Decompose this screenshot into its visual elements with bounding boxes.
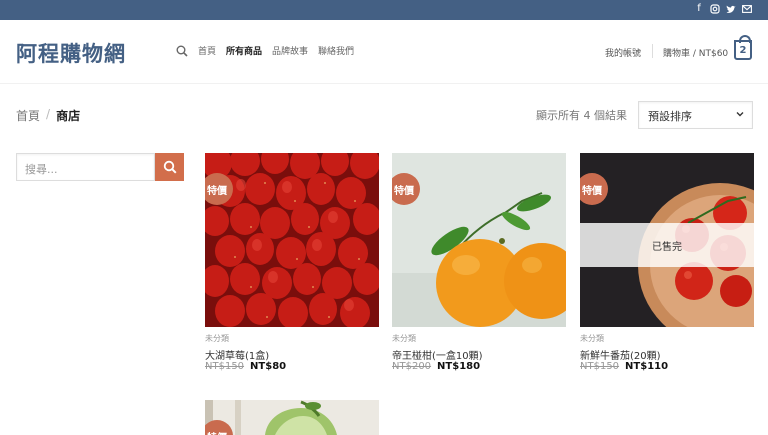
product-price: NT$200 NT$180 [392, 361, 480, 372]
product-card: 特價 未分類 帝王椪柑(一盒10顆) NT$200 NT$180 [392, 153, 566, 383]
header-divider [652, 44, 653, 58]
instagram-icon[interactable] [710, 3, 720, 15]
account-link[interactable]: 我的帳號 [605, 46, 641, 59]
product-category[interactable]: 未分類 [205, 333, 229, 344]
sort-select[interactable]: 預設排序 [638, 101, 753, 129]
breadcrumb-home[interactable]: 首頁 [16, 107, 40, 124]
sold-out-overlay: 已售完 [580, 223, 754, 267]
product-image-oranges[interactable]: 特價 [392, 153, 566, 327]
product-name[interactable]: 新鮮牛番茄(20顆) [580, 347, 661, 362]
nav-all-products[interactable]: 所有商品 [226, 44, 262, 57]
cart-count-badge[interactable]: 2 [734, 35, 752, 60]
sale-price: NT$80 [250, 361, 287, 372]
breadcrumb-current: 商店 [56, 109, 81, 123]
search-icon [163, 160, 177, 174]
product-card: 特價 [205, 400, 379, 435]
original-price: NT$150 [580, 361, 620, 372]
sale-price: NT$180 [437, 361, 481, 372]
original-price: NT$150 [205, 361, 245, 372]
twitter-icon[interactable] [726, 3, 736, 15]
site-logo[interactable]: 阿程購物網 [16, 38, 126, 68]
search-icon[interactable] [176, 45, 188, 57]
breadcrumb: 首頁 / 商店 [16, 107, 80, 124]
product-card: 已售完 特價 未分類 新鮮牛番茄(20顆) NT$150 NT$110 [580, 153, 754, 383]
nav-brand-story[interactable]: 品牌故事 [272, 44, 308, 57]
breadcrumb-separator: / [46, 107, 51, 121]
product-name[interactable]: 大湖草莓(1盒) [205, 347, 269, 362]
sale-price: NT$110 [625, 361, 669, 372]
product-name[interactable]: 帝王椪柑(一盒10顆) [392, 347, 483, 362]
product-image-tomatoes[interactable]: 已售完 特價 [580, 153, 754, 327]
facebook-icon[interactable]: f [694, 3, 704, 15]
original-price: NT$200 [392, 361, 432, 372]
site-header: 阿程購物網 首頁 所有商品 品牌故事 聯絡我們 我的帳號 購物車 / NT$60… [0, 20, 768, 84]
social-icons: f [694, 3, 752, 15]
main-nav: 首頁 所有商品 品牌故事 聯絡我們 [176, 44, 354, 57]
product-image-vegetables[interactable]: 特價 [205, 400, 379, 435]
chevron-down-icon [736, 112, 744, 117]
top-bar: f [0, 0, 768, 20]
product-category[interactable]: 未分類 [392, 333, 416, 344]
product-price: NT$150 NT$80 [205, 361, 286, 372]
mail-icon[interactable] [742, 3, 752, 15]
product-card: 特價 未分類 大湖草莓(1盒) NT$150 NT$80 [205, 153, 379, 383]
sort-selected-value: 預設排序 [648, 110, 692, 123]
nav-contact[interactable]: 聯絡我們 [318, 44, 354, 57]
product-image-strawberries[interactable]: 特價 [205, 153, 379, 327]
result-count: 顯示所有 4 個結果 [536, 109, 627, 122]
product-category[interactable]: 未分類 [580, 333, 604, 344]
search-input[interactable]: 搜尋... [16, 153, 155, 181]
nav-home[interactable]: 首頁 [198, 44, 216, 57]
cart-link[interactable]: 購物車 / NT$60 [663, 46, 728, 59]
product-search: 搜尋... [16, 153, 184, 181]
search-button[interactable] [155, 153, 184, 181]
product-price: NT$150 NT$110 [580, 361, 668, 372]
